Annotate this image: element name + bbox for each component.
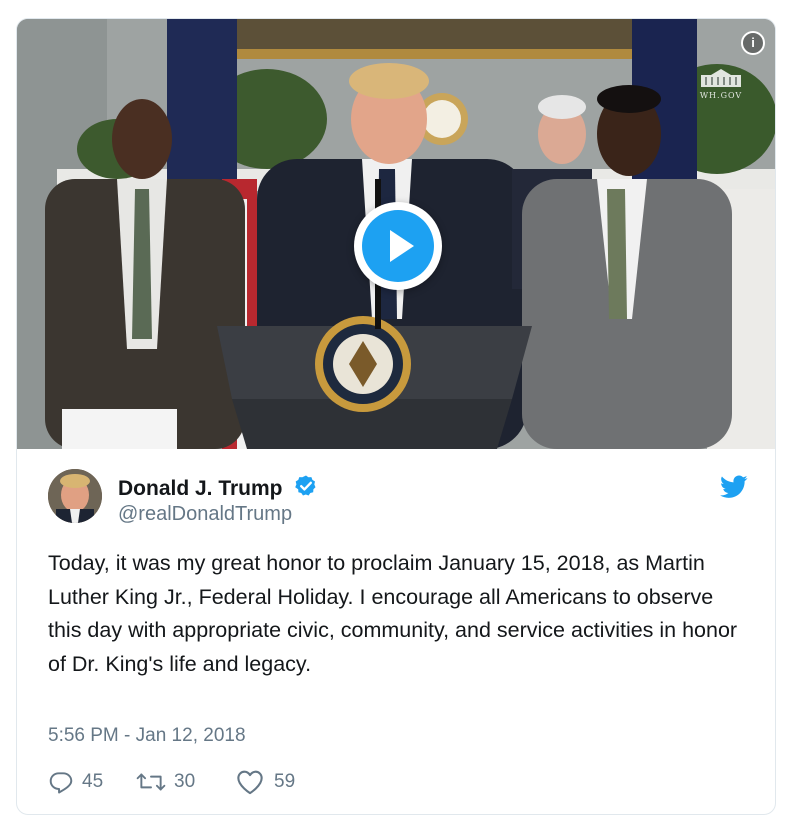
retweet-button[interactable]: 30 bbox=[136, 767, 216, 797]
retweet-count: 30 bbox=[174, 771, 196, 792]
verified-badge-icon bbox=[295, 475, 316, 496]
play-button[interactable] bbox=[354, 202, 442, 290]
tweet-header: Donald J. Trump @realDonaldTrump bbox=[48, 469, 748, 529]
like-count: 59 bbox=[274, 771, 296, 792]
tweet-text: Today, it was my great honor to proclaim… bbox=[48, 551, 738, 676]
play-button-circle bbox=[362, 210, 434, 282]
info-icon[interactable]: i bbox=[741, 31, 765, 55]
retweet-icon bbox=[136, 773, 166, 791]
play-icon bbox=[390, 230, 414, 262]
tweet-timestamp[interactable]: 5:56 PM - Jan 12, 2018 bbox=[48, 725, 246, 747]
whitehouse-label: WH.GOV bbox=[699, 91, 743, 100]
twitter-bird-icon[interactable] bbox=[720, 475, 748, 499]
display-name-text: Donald J. Trump bbox=[118, 477, 283, 500]
display-name[interactable]: Donald J. Trump bbox=[118, 474, 318, 501]
reply-icon bbox=[49, 772, 73, 794]
reply-count: 45 bbox=[82, 771, 104, 792]
whitehouse-logo: WH.GOV bbox=[695, 67, 747, 100]
whitehouse-icon bbox=[701, 69, 741, 87]
avatar-image bbox=[48, 469, 102, 523]
reply-button[interactable]: 45 bbox=[48, 767, 118, 797]
user-handle[interactable]: @realDonaldTrump bbox=[118, 503, 292, 526]
video-thumbnail[interactable]: i WH.GOV bbox=[17, 19, 775, 449]
like-button[interactable]: 59 bbox=[236, 767, 316, 797]
heart-icon bbox=[237, 770, 263, 795]
avatar[interactable] bbox=[48, 469, 102, 523]
tweet-card: i WH.GOV Donald J. Trump @realDonaldTrum… bbox=[16, 18, 776, 815]
